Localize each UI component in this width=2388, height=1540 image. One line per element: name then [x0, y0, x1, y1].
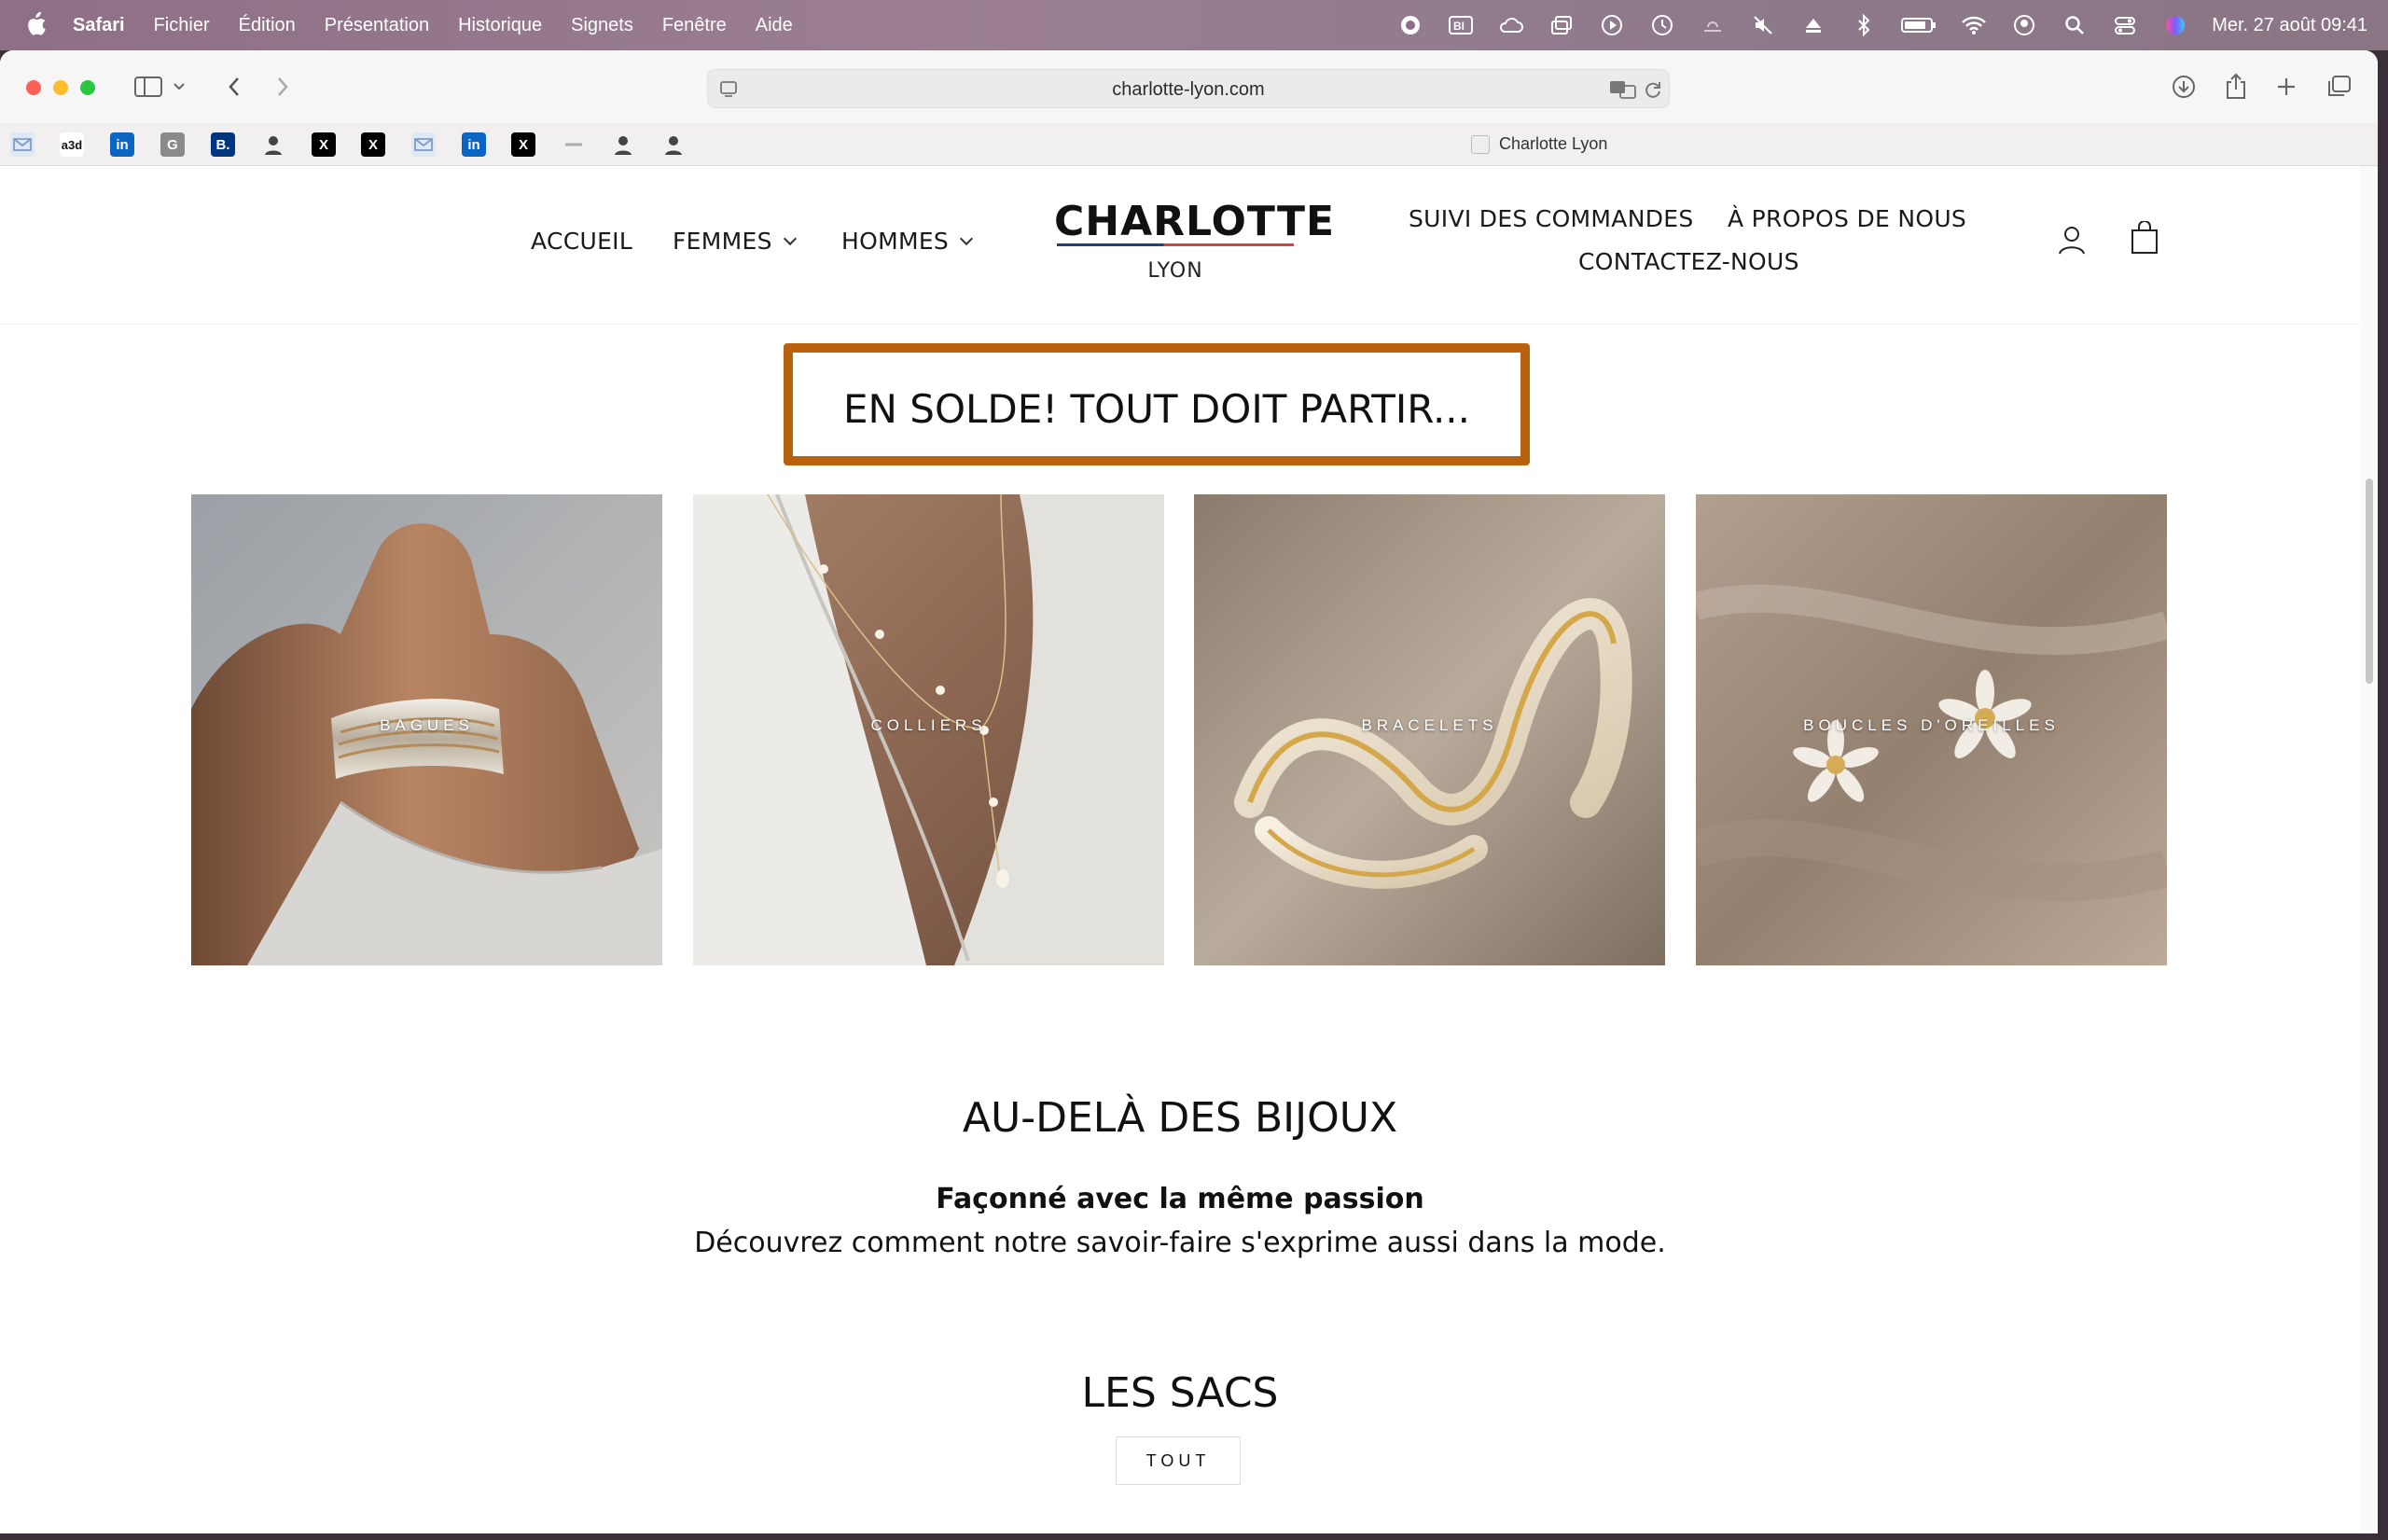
favorite-x-icon[interactable]: X [361, 132, 385, 157]
grammarly-icon[interactable] [1396, 11, 1424, 39]
favorite-linkedin-icon[interactable]: in [110, 132, 134, 157]
cloud-sync-icon[interactable] [1497, 11, 1525, 39]
category-label: COLLIERS [870, 716, 987, 734]
mute-icon[interactable] [1749, 11, 1777, 39]
section-title-bags: LES SACS [1081, 1369, 1279, 1417]
tab-title: Charlotte Lyon [1499, 134, 1608, 153]
scrollbar-thumb[interactable] [2366, 479, 2373, 684]
section-title-beyond: AU-DELÀ DES BIJOUX [962, 1094, 1398, 1142]
sidebar-toggle-icon[interactable] [132, 71, 164, 103]
macos-menu-bar: Safari Fichier Édition Présentation Hist… [0, 0, 2388, 50]
chevron-down-icon [960, 231, 974, 246]
nav-hommes[interactable]: HOMMES [841, 228, 974, 255]
nav-contact[interactable]: CONTACTEZ-NOUS [1578, 248, 1799, 275]
favorites-bar: a3d in G B. X X in X Charlotte Lyon [0, 123, 2378, 166]
forward-arrow-icon[interactable] [267, 71, 298, 103]
spotlight-search-icon[interactable] [2061, 11, 2089, 39]
url-text[interactable]: charlotte-lyon.com [708, 79, 1669, 101]
browser-toolbar: charlotte-lyon.com [0, 50, 2378, 123]
time-machine-icon[interactable] [1648, 11, 1676, 39]
favorite-dash-icon[interactable] [562, 132, 586, 157]
chevron-down-icon[interactable] [170, 71, 188, 103]
category-tile-colliers[interactable]: COLLIERS [693, 494, 1164, 965]
nav-a-propos[interactable]: À PROPOS DE NOUS [1728, 205, 1966, 232]
menu-fenetre[interactable]: Fenêtre [662, 15, 727, 36]
minimize-window-button[interactable] [53, 80, 68, 95]
page-scrollbar[interactable] [2360, 166, 2378, 1533]
close-window-button[interactable] [26, 80, 41, 95]
menu-aide[interactable]: Aide [756, 15, 793, 36]
cart-bag-icon[interactable] [2129, 221, 2160, 254]
downloads-icon[interactable] [2168, 71, 2200, 103]
category-tile-bagues[interactable]: BAGUES [191, 494, 662, 965]
bluetooth-icon[interactable] [1850, 11, 1878, 39]
menu-edition[interactable]: Édition [239, 15, 296, 36]
menu-signets[interactable]: Signets [571, 15, 633, 36]
menu-historique[interactable]: Historique [458, 15, 542, 36]
account-icon[interactable] [2056, 224, 2088, 256]
active-tab[interactable]: Charlotte Lyon [1471, 134, 1607, 154]
apple-icon[interactable] [24, 11, 47, 37]
favorite-booking-icon[interactable]: B. [211, 132, 235, 157]
battery-icon[interactable] [1900, 11, 1937, 39]
user-icon[interactable] [2010, 11, 2038, 39]
nav-accueil[interactable]: ACCUEIL [531, 228, 632, 255]
play-icon[interactable] [1598, 11, 1626, 39]
favorite-avatar-icon[interactable] [611, 132, 635, 157]
logo-name: CHARLOTTE [1054, 198, 1336, 245]
eject-icon[interactable] [1799, 11, 1827, 39]
category-tile-bracelets[interactable]: BRACELETS [1194, 494, 1665, 965]
site-header: ACCUEIL FEMMES HOMMES CHARLOTTE LYON SUI… [0, 166, 2360, 325]
chevron-down-icon [783, 231, 797, 246]
nav-suivi-commandes[interactable]: SUIVI DES COMMANDES [1409, 205, 1694, 232]
new-tab-icon[interactable] [2270, 71, 2302, 103]
back-arrow-icon[interactable] [218, 71, 250, 103]
reload-icon[interactable] [1637, 74, 1669, 105]
favorite-g-icon[interactable]: G [160, 132, 185, 157]
section-description: Découvrez comment notre savoir-faire s'e… [694, 1227, 1666, 1259]
weather-icon[interactable] [1699, 11, 1727, 39]
favorite-mail-icon[interactable] [411, 132, 436, 157]
menu-presentation[interactable]: Présentation [325, 15, 429, 36]
favorite-avatar-icon[interactable] [661, 132, 686, 157]
menu-app-safari[interactable]: Safari [73, 15, 125, 36]
favorite-a3d-icon[interactable]: a3d [60, 132, 84, 157]
fullscreen-window-button[interactable] [80, 80, 95, 95]
sale-banner[interactable]: EN SOLDE! TOUT DOIT PARTIR... [784, 343, 1530, 465]
menu-clock[interactable]: Mer. 27 août 09:41 [2212, 15, 2367, 36]
window-stack-icon[interactable] [1548, 11, 1576, 39]
nav-femmes[interactable]: FEMMES [673, 228, 797, 255]
view-all-bags-button[interactable]: TOUT [1116, 1436, 1241, 1485]
category-tile-boucles-oreilles[interactable]: BOUCLES D'OREILLES [1696, 494, 2167, 965]
control-center-icon[interactable] [2111, 11, 2139, 39]
favorite-x-icon[interactable]: X [511, 132, 535, 157]
bi-icon[interactable]: BI [1447, 11, 1475, 39]
wifi-icon[interactable] [1960, 11, 1988, 39]
share-icon[interactable] [2220, 71, 2252, 103]
siri-icon[interactable] [2161, 11, 2189, 39]
translate-icon[interactable] [1607, 74, 1639, 105]
tab-overview-icon[interactable] [2323, 71, 2354, 103]
section-subtitle: Façonné avec la même passion [936, 1183, 1424, 1215]
safari-window: charlotte-lyon.com a3d in G B. X X in X … [0, 50, 2378, 1533]
svg-text:BI: BI [1453, 20, 1465, 33]
category-label: BOUCLES D'OREILLES [1803, 716, 2060, 734]
logo-city: LYON [1147, 259, 1203, 283]
tab-favicon-icon [1471, 134, 1490, 154]
sale-banner-text: EN SOLDE! TOUT DOIT PARTIR... [842, 386, 1471, 432]
category-label: BRACELETS [1361, 716, 1498, 734]
web-page: ACCUEIL FEMMES HOMMES CHARLOTTE LYON SUI… [0, 166, 2378, 1533]
favorite-x-icon[interactable]: X [312, 132, 336, 157]
favorite-avatar-icon[interactable] [261, 132, 285, 157]
category-label: BAGUES [380, 716, 474, 734]
menu-fichier[interactable]: Fichier [154, 15, 210, 36]
site-logo[interactable]: CHARLOTTE LYON [1054, 198, 1336, 283]
favorite-linkedin-icon[interactable]: in [462, 132, 486, 157]
favorite-mail-icon[interactable] [10, 132, 35, 157]
address-bar[interactable]: charlotte-lyon.com [707, 69, 1670, 108]
